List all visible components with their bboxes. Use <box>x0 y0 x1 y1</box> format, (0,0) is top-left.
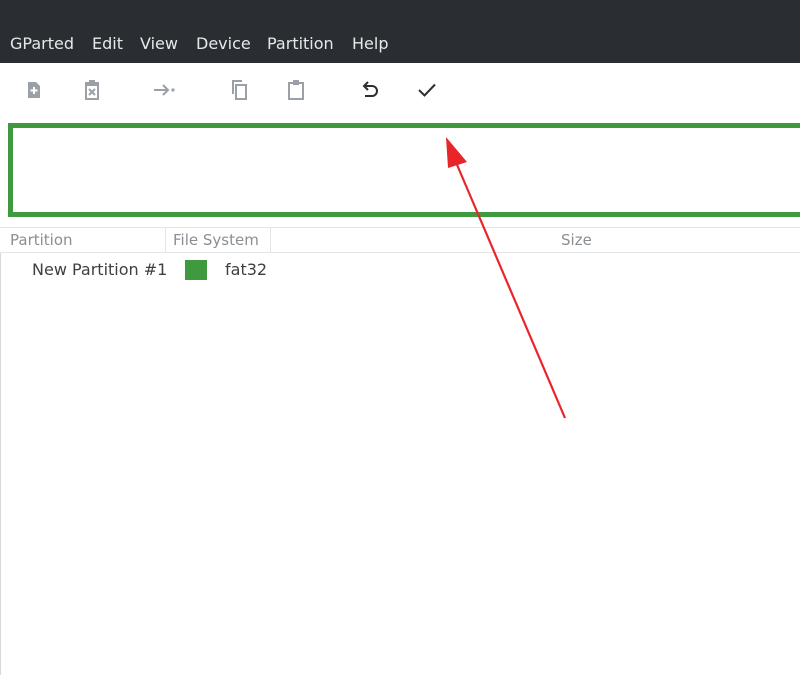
menu-help[interactable]: Help <box>352 34 388 54</box>
menu-partition[interactable]: Partition <box>267 34 334 54</box>
paste-button[interactable] <box>283 77 309 103</box>
gparted-window: GParted Edit View Device Partition Help <box>0 0 800 675</box>
copy-icon <box>232 80 247 100</box>
apply-checkmark-icon <box>418 83 436 97</box>
partition-name-cell: New Partition #1 <box>32 260 168 279</box>
resize-move-button[interactable] <box>152 77 178 103</box>
column-header-file-system[interactable]: File System <box>173 228 259 252</box>
table-row[interactable]: New Partition #1 fat32 <box>1 257 800 283</box>
column-separator[interactable] <box>270 228 271 252</box>
partition-list-header: Partition File System Size <box>0 227 800 253</box>
column-header-partition[interactable]: Partition <box>10 228 73 252</box>
menu-bar: GParted Edit View Device Partition Help <box>0 0 800 63</box>
menu-device[interactable]: Device <box>196 34 251 54</box>
file-system-color-swatch <box>185 260 207 280</box>
toolbar <box>0 63 800 116</box>
column-header-size[interactable]: Size <box>561 228 592 252</box>
menu-gparted[interactable]: GParted <box>10 34 74 54</box>
file-system-cell: fat32 <box>225 260 268 279</box>
delete-partition-icon <box>85 80 99 100</box>
undo-button[interactable] <box>357 77 383 103</box>
disk-partition-map[interactable] <box>8 123 800 217</box>
partition-list: New Partition #1 fat32 <box>0 253 800 675</box>
menu-view[interactable]: View <box>140 34 178 54</box>
apply-button[interactable] <box>414 77 440 103</box>
undo-icon <box>362 81 378 97</box>
copy-button[interactable] <box>226 77 252 103</box>
delete-partition-button[interactable] <box>79 77 105 103</box>
new-partition-icon <box>28 82 40 98</box>
menu-edit[interactable]: Edit <box>92 34 123 54</box>
paste-icon <box>288 80 304 100</box>
resize-move-icon <box>154 84 175 96</box>
column-separator[interactable] <box>165 228 166 252</box>
new-partition-button[interactable] <box>21 77 47 103</box>
